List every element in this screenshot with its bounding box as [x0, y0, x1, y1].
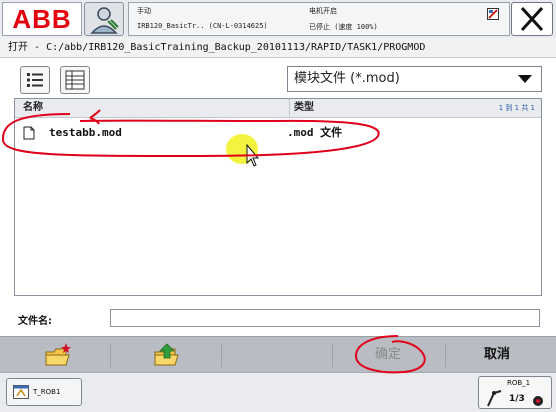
file-type-selected: 模块文件 (*.mod): [294, 71, 400, 86]
robot-icon: [487, 390, 502, 407]
task-label: T_ROB1: [33, 388, 61, 396]
command-bar: 确定 取消: [0, 336, 556, 373]
file-type-dropdown[interactable]: 模块文件 (*.mod): [287, 66, 542, 92]
top-status-bar: ABB 手动 IRB120_BasicTr.. (CN-L-0314625) 电…: [0, 0, 556, 38]
ok-label: 确定: [375, 347, 402, 362]
file-row[interactable]: testabb.mod .mod 文件: [15, 121, 541, 145]
motor-state-text: 电机开启: [309, 7, 337, 15]
file-type: .mod 文件: [287, 126, 343, 139]
path-value: C:/abb/IRB120_BasicTraining_Backup_20101…: [46, 42, 426, 53]
ok-button[interactable]: 确定: [355, 337, 445, 373]
list-view-button[interactable]: [20, 66, 50, 94]
mode-text: 手动: [137, 7, 151, 15]
filename-label: 文件名:: [18, 316, 52, 327]
task-t-rob1-button[interactable]: T_ROB1: [6, 378, 82, 406]
column-name[interactable]: 名称: [23, 99, 43, 117]
file-list[interactable]: 名称 类型 1 到 1 共 1 testabb.mod .mod 文件: [14, 98, 542, 296]
column-type[interactable]: 类型: [289, 99, 314, 117]
pager-text: 1 到 1 共 1: [498, 104, 535, 112]
folder-up-icon: [154, 343, 179, 366]
speed-icon: [533, 396, 543, 406]
close-button[interactable]: [511, 2, 553, 36]
cancel-button[interactable]: 取消: [446, 337, 556, 373]
event-log-icon[interactable]: [487, 8, 499, 20]
abb-logo[interactable]: ABB: [2, 2, 82, 36]
file-icon: [23, 126, 35, 140]
dropdown-arrow-icon: [518, 75, 532, 83]
file-list-header: 名称 类型 1 到 1 共 1: [15, 99, 541, 118]
path-label: 打开: [8, 42, 28, 53]
new-folder-button[interactable]: [0, 337, 110, 373]
file-name: testabb.mod: [49, 126, 122, 139]
task-window-icon: [13, 385, 29, 399]
quickset-rob1-button[interactable]: ROB_1 1/3: [478, 376, 552, 409]
filename-input[interactable]: [110, 309, 540, 327]
run-state-text: 已停止 (速度 100%): [309, 23, 378, 31]
close-icon: [520, 6, 544, 32]
detail-view-icon: [65, 70, 85, 90]
operator-icon[interactable]: [84, 2, 124, 36]
new-folder-icon: [45, 343, 71, 366]
cancel-label: 取消: [484, 347, 511, 362]
rob-sub-label: 1/3: [509, 394, 525, 404]
status-panel[interactable]: 手动 IRB120_BasicTr.. (CN-L-0314625) 电机开启 …: [128, 2, 510, 36]
list-view-icon: [27, 73, 43, 87]
controller-text: IRB120_BasicTr.. (CN-L-0314625): [137, 22, 268, 30]
path-bar: 打开 - C:/abb/IRB120_BasicTraining_Backup_…: [0, 38, 556, 58]
rob-label: ROB_1: [507, 379, 531, 387]
folder-up-button[interactable]: [111, 337, 221, 373]
task-bar: T_ROB1 ROB_1 1/3: [0, 372, 556, 412]
detail-view-button[interactable]: [60, 66, 90, 94]
